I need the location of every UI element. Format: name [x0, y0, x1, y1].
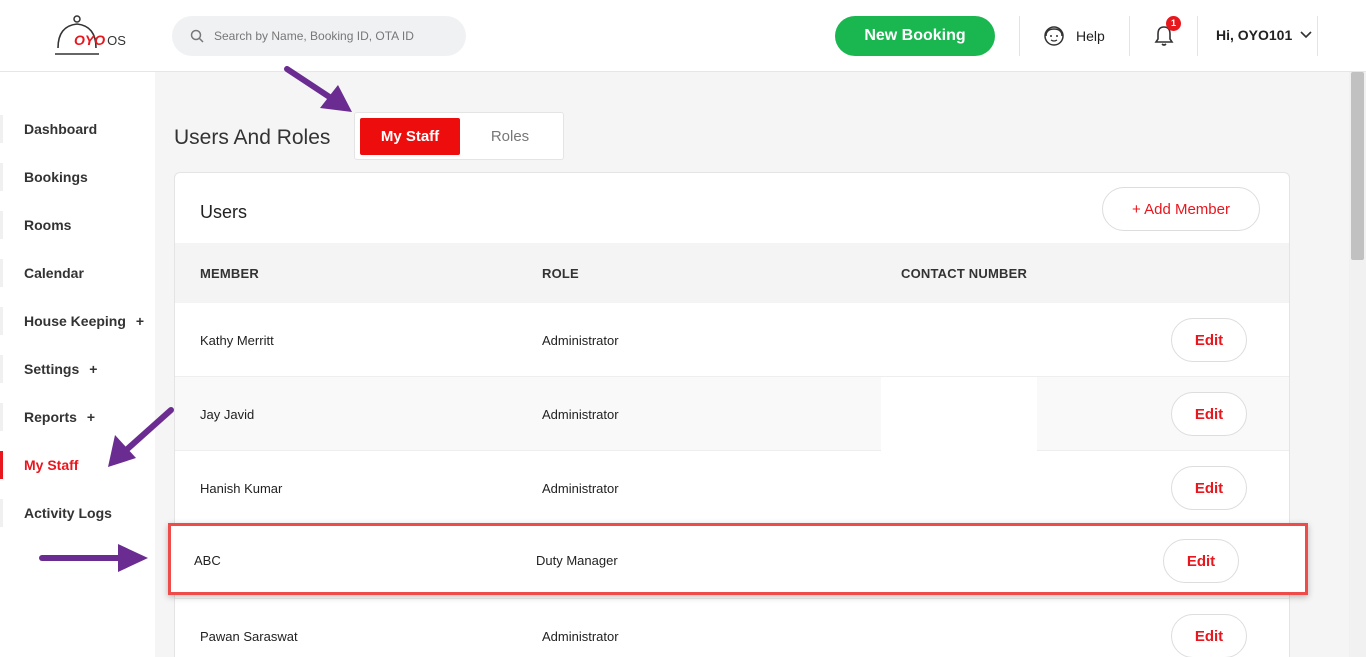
- member-name: Pawan Saraswat: [200, 629, 298, 644]
- scrollbar-thumb[interactable]: [1351, 72, 1364, 260]
- sidebar-item-label: Calendar: [24, 265, 84, 281]
- header-divider: [1129, 16, 1130, 56]
- expand-plus-icon[interactable]: +: [89, 361, 97, 377]
- sidebar-item-label: Activity Logs: [24, 505, 112, 521]
- help-label: Help: [1076, 28, 1105, 44]
- edit-button[interactable]: Edit: [1171, 392, 1247, 436]
- help-link[interactable]: Help: [1042, 24, 1105, 48]
- edit-button[interactable]: Edit: [1163, 539, 1239, 583]
- table-row: Hanish Kumar Administrator Edit: [175, 451, 1289, 525]
- sidebar-item-dashboard[interactable]: Dashboard: [0, 109, 155, 149]
- page-title: Users And Roles: [174, 126, 331, 149]
- user-menu[interactable]: Hi, OYO101: [1216, 27, 1312, 43]
- column-header-member: MEMBER: [200, 266, 259, 281]
- header-divider: [1317, 16, 1318, 56]
- user-greeting: Hi, OYO101: [1216, 27, 1293, 43]
- sidebar-item-label: House Keeping: [24, 313, 126, 329]
- sidebar-item-activity-logs[interactable]: Activity Logs: [0, 493, 155, 533]
- top-header: OYOOS New Booking Help 1 Hi, OYO101: [0, 0, 1366, 72]
- sidebar-item-bookings[interactable]: Bookings: [0, 157, 155, 197]
- sidebar-item-label: Reports: [24, 409, 77, 425]
- search-icon: [190, 29, 204, 43]
- table-row: Kathy Merritt Administrator Edit: [175, 303, 1289, 377]
- chevron-down-icon: [1300, 31, 1312, 39]
- sidebar-item-rooms[interactable]: Rooms: [0, 205, 155, 245]
- tab-roles[interactable]: Roles: [460, 118, 560, 155]
- logo-suffix: OS: [107, 33, 126, 48]
- card-title: Users: [200, 202, 248, 222]
- sidebar-item-label: Rooms: [24, 217, 72, 233]
- support-agent-icon: [1044, 26, 1064, 46]
- member-name: Kathy Merritt: [200, 333, 274, 348]
- table-row: Jay Javid Administrator Edit: [175, 377, 1289, 451]
- search-bar[interactable]: [172, 16, 466, 56]
- sidebar-item-label: Dashboard: [24, 121, 98, 137]
- sidebar: Dashboard Bookings Rooms Calendar House …: [0, 72, 155, 657]
- member-role: Administrator: [542, 481, 619, 496]
- expand-plus-icon[interactable]: +: [136, 313, 144, 329]
- sidebar-item-calendar[interactable]: Calendar: [0, 253, 155, 293]
- highlighted-table-row: ABC Duty Manager Edit: [168, 523, 1308, 595]
- edit-button[interactable]: Edit: [1171, 614, 1247, 657]
- new-booking-button[interactable]: New Booking: [835, 16, 995, 56]
- member-name: Hanish Kumar: [200, 481, 283, 496]
- header-divider: [1019, 16, 1020, 56]
- users-roles-tabs: My Staff Roles: [354, 112, 564, 160]
- column-header-contact-number: CONTACT NUMBER: [901, 266, 1028, 281]
- sidebar-item-house-keeping[interactable]: House Keeping +: [0, 301, 155, 341]
- header-divider: [1197, 16, 1198, 56]
- sidebar-item-my-staff[interactable]: My Staff: [0, 445, 155, 485]
- member-role: Administrator: [542, 407, 619, 422]
- table-header: MEMBER ROLE CONTACT NUMBER: [175, 243, 1289, 303]
- sidebar-item-label: Bookings: [24, 169, 88, 185]
- sidebar-item-reports[interactable]: Reports +: [0, 397, 155, 437]
- search-input[interactable]: [214, 29, 454, 43]
- member-name: Jay Javid: [200, 407, 255, 422]
- edit-button[interactable]: Edit: [1171, 466, 1247, 510]
- oyo-os-logo[interactable]: OYO OS: [52, 14, 132, 58]
- add-member-button[interactable]: + Add Member: [1102, 187, 1260, 231]
- arrow-icon: [284, 66, 352, 112]
- member-role: Administrator: [542, 629, 619, 644]
- table-row: Pawan Saraswat Administrator Edit: [175, 599, 1289, 657]
- member-role: Administrator: [542, 333, 619, 348]
- column-header-role: ROLE: [542, 266, 579, 281]
- sidebar-item-settings[interactable]: Settings +: [0, 349, 155, 389]
- logo-brand: OYO: [74, 32, 106, 48]
- edit-button[interactable]: Edit: [1171, 318, 1247, 362]
- sidebar-item-label: Settings: [24, 361, 80, 377]
- notification-badge: 1: [1166, 16, 1181, 31]
- expand-plus-icon[interactable]: +: [87, 409, 95, 425]
- tab-my-staff[interactable]: My Staff: [360, 118, 460, 155]
- sidebar-item-label: My Staff: [24, 457, 79, 473]
- member-role: Duty Manager: [536, 553, 618, 568]
- member-name: ABC: [194, 553, 221, 568]
